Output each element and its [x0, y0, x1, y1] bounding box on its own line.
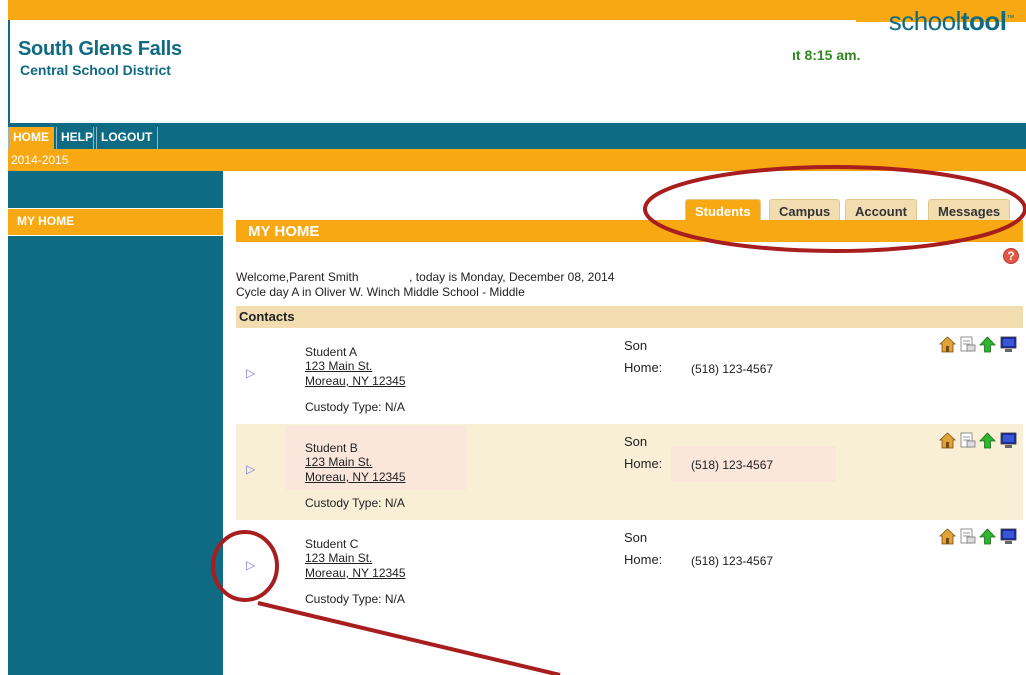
header: South Glens Falls Central School Distric… — [8, 20, 1026, 123]
nav-logout[interactable]: LOGOUT — [96, 127, 158, 149]
sidebar: MY HOME — [8, 171, 223, 675]
row-action-icons — [939, 528, 1019, 546]
custody-type: Custody Type: N/A — [305, 496, 405, 510]
welcome-suffix: , today is Monday, December 08, 2014 — [409, 270, 615, 284]
custody-type: Custody Type: N/A — [305, 592, 405, 606]
sidebar-item-my-home[interactable]: MY HOME — [8, 208, 223, 236]
home-phone-label: Home: — [624, 552, 663, 567]
house-icon[interactable] — [939, 528, 956, 545]
student-name: Student A — [305, 345, 358, 359]
address-line2-link[interactable]: Moreau, NY 12345 — [305, 470, 406, 484]
house-icon[interactable] — [939, 336, 956, 353]
computer-icon[interactable] — [1000, 336, 1017, 353]
nav-home[interactable]: HOME — [8, 127, 54, 149]
row-action-icons — [939, 432, 1019, 450]
home-phone-label: Home: — [624, 360, 663, 375]
home-phone: (518) 123-4567 — [691, 554, 774, 568]
tab-account[interactable]: Account — [845, 199, 917, 221]
up-arrow-icon[interactable] — [979, 432, 996, 449]
top-nav: HOME HELP LOGOUT — [8, 123, 1026, 149]
contacts-header: Contacts — [236, 306, 1023, 328]
contacts-title: Contacts — [239, 309, 295, 324]
address-line2-link[interactable]: Moreau, NY 12345 — [305, 566, 406, 580]
logo-bold: tool — [960, 6, 1007, 36]
logo-tm: ™ — [1006, 13, 1015, 23]
computer-icon[interactable] — [1000, 432, 1017, 449]
student-name: Student C — [305, 537, 359, 551]
welcome-prefix: Welcome, — [236, 270, 290, 284]
welcome-text: Welcome,Parent Smith , today is Monday, D… — [236, 270, 614, 284]
address-line1-link[interactable]: 123 Main St. — [305, 551, 372, 565]
document-icon[interactable] — [959, 432, 976, 449]
school-year-bar: 2014-2015 — [8, 149, 1026, 171]
schooltool-logo: schooltool™ — [888, 6, 1015, 37]
address-line1-link[interactable]: 123 Main St. — [305, 455, 372, 469]
custody-type: Custody Type: N/A — [305, 400, 405, 414]
district-name: South Glens Falls — [18, 38, 182, 60]
tab-students[interactable]: Students — [685, 199, 761, 221]
tab-campus[interactable]: Campus — [769, 199, 841, 221]
computer-icon[interactable] — [1000, 528, 1017, 545]
contact-row: ▷ Student C 123 Main St. Moreau, NY 1234… — [236, 520, 1023, 616]
address-line2-link[interactable]: Moreau, NY 12345 — [305, 374, 406, 388]
home-phone: (518) 123-4567 — [691, 362, 774, 376]
nav-help[interactable]: HELP — [56, 127, 94, 149]
cycle-day-text: Cycle day A in Oliver W. Winch Middle Sc… — [236, 285, 525, 299]
home-phone-label: Home: — [624, 456, 663, 471]
address-line1-link[interactable]: 123 Main St. — [305, 359, 372, 373]
up-arrow-icon[interactable] — [979, 336, 996, 353]
section-header: MY HOME — [236, 220, 1023, 242]
expand-arrow-icon[interactable]: ▷ — [246, 558, 255, 572]
main-content: Students Campus Account Messages MY HOME… — [223, 171, 1026, 675]
document-icon[interactable] — [959, 528, 976, 545]
house-icon[interactable] — [939, 432, 956, 449]
relationship: Son — [624, 530, 648, 545]
welcome-name: Parent Smith — [289, 270, 359, 284]
district-subtitle: Central School District — [20, 62, 171, 78]
document-icon[interactable] — [959, 336, 976, 353]
home-phone: (518) 123-4567 — [691, 458, 774, 472]
contact-row: ▷ Student A 123 Main St. Moreau, NY 1234… — [236, 328, 1023, 424]
expand-arrow-icon[interactable]: ▷ — [246, 366, 255, 380]
expand-arrow-icon[interactable]: ▷ — [246, 462, 255, 476]
row-action-icons — [939, 336, 1019, 354]
school-year: 2014-2015 — [11, 153, 69, 167]
relationship: Son — [624, 434, 648, 449]
up-arrow-icon[interactable] — [979, 528, 996, 545]
section-title: MY HOME — [248, 223, 320, 240]
contact-row: ▷ Student B 123 Main St. Moreau, NY 1234… — [236, 424, 1023, 520]
page: South Glens Falls Central School Distric… — [0, 0, 1026, 675]
student-name: Student B — [305, 441, 358, 455]
login-time-text: ıt 8:15 am. — [792, 47, 861, 63]
relationship: Son — [624, 338, 648, 353]
help-icon[interactable]: ? — [1003, 248, 1019, 264]
logo-plain: school — [888, 6, 962, 36]
tab-messages[interactable]: Messages — [928, 199, 1011, 221]
sidebar-item-label: MY HOME — [17, 214, 75, 228]
